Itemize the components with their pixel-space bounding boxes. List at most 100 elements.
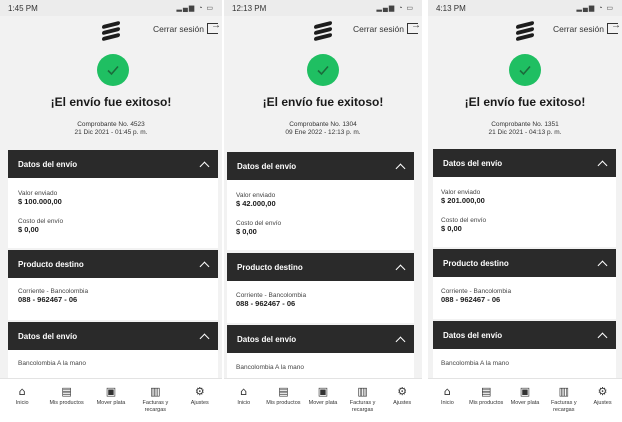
status-time: 12:13 PM <box>232 3 267 13</box>
logout-label: Cerrar sesión <box>552 23 604 34</box>
receipt-number: Comprobante No. 1304 <box>289 121 357 128</box>
chevron-up-icon <box>395 336 406 346</box>
product-name: Corriente - Bancolombia <box>236 292 307 299</box>
bottom-nav: ⌂ Inicio ▤ Mis productos ▣ Mover plata ▥ Fac… <box>224 378 422 422</box>
valor-value: $ 201.000,00 <box>441 196 485 205</box>
section-producto-destino[interactable]: Producto destino <box>227 253 414 281</box>
nav-ajustes[interactable]: ⚙ Ajustes <box>181 385 219 407</box>
logout-label: Cerrar sesión <box>352 23 404 34</box>
bancolombia-logo-icon <box>102 20 120 42</box>
section-title: Producto destino <box>443 258 509 268</box>
section-datos-envio[interactable]: Datos del envío <box>227 152 414 180</box>
valor-label: Valor enviado <box>236 192 276 199</box>
nav-facturas[interactable]: ▥ Facturas y recargas <box>344 385 382 413</box>
costo-value: $ 0,00 <box>441 224 462 233</box>
success-check-icon <box>97 54 129 86</box>
logout-button[interactable]: Cerrar sesión <box>152 20 221 34</box>
home-icon: ⌂ <box>18 385 26 398</box>
phone-screen-3: 4:13 PM ▂▄▆ ◔ ▭ Cerrar sesión ¡El envío … <box>428 0 622 422</box>
costo-value: $ 0,00 <box>236 227 257 236</box>
bills-icon: ▥ <box>357 385 368 398</box>
section-datos-envio-2[interactable]: Datos del envío <box>227 325 414 353</box>
section-producto-destino[interactable]: Producto destino <box>433 249 616 277</box>
receipt-datetime: 21 Dic 2021 - 04:13 p. m. <box>488 129 562 136</box>
app-header: Cerrar sesión <box>428 16 622 46</box>
product-name: Corriente - Bancolombia <box>18 288 89 295</box>
logout-button[interactable]: Cerrar sesión <box>352 20 421 34</box>
success-check-icon <box>509 54 541 86</box>
money-icon: ▣ <box>317 385 329 398</box>
chevron-up-icon <box>199 261 210 271</box>
product-number: 088 - 962467 - 06 <box>236 299 296 308</box>
success-title: ¡El envío fue exitoso! <box>464 95 586 109</box>
logout-label: Cerrar sesión <box>152 23 204 34</box>
nav-facturas[interactable]: ▥ Facturas y recargas <box>136 385 174 413</box>
nav-ajustes[interactable]: ⚙ Ajustes <box>584 385 622 407</box>
logout-button[interactable]: Cerrar sesión <box>552 20 621 34</box>
nav-mover-plata[interactable]: ▣ Mover plata <box>506 385 544 407</box>
money-icon: ▣ <box>519 385 531 398</box>
bottom-nav: ⌂ Inicio ▤ Mis productos ▣ Mover plata ▥ Fac… <box>0 378 222 422</box>
status-bar: 12:13 PM ▂▄▆ ◔ ▭ <box>224 0 422 16</box>
app-header: Cerrar sesión <box>0 16 222 46</box>
product-number: 088 - 962467 - 06 <box>18 295 78 304</box>
nav-mis-productos[interactable]: ▤ Mis productos <box>48 385 86 407</box>
section-title: Datos del envío <box>443 158 503 168</box>
success-title: ¡El envío fue exitoso! <box>262 95 384 109</box>
bills-icon: ▥ <box>558 385 569 398</box>
phone-screen-1: 1:45 PM ▂▄▆ ◔ ▭ Cerrar sesión ¡El envío … <box>0 0 222 422</box>
chevron-up-icon <box>597 332 608 342</box>
app-header: Cerrar sesión <box>224 16 422 46</box>
settings-icon: ⚙ <box>397 385 408 398</box>
section-title: Producto destino <box>237 262 303 272</box>
money-icon: ▣ <box>105 385 117 398</box>
logout-icon <box>207 20 221 34</box>
costo-label: Costo del envío <box>18 218 64 225</box>
success-check-icon <box>307 54 339 86</box>
settings-icon: ⚙ <box>194 385 205 398</box>
phone-screen-2: 12:13 PM ▂▄▆ ◔ ▭ Cerrar sesión ¡El envío… <box>224 0 422 422</box>
valor-label: Valor enviado <box>441 189 481 196</box>
logout-icon <box>407 20 421 34</box>
product-name: Corriente - Bancolombia <box>441 288 512 295</box>
nav-ajustes[interactable]: ⚙ Ajustes <box>383 385 421 407</box>
nav-mis-productos[interactable]: ▤ Mis productos <box>264 385 302 407</box>
bottom-nav: ⌂ Inicio ▤ Mis productos ▣ Mover plata ▥ Fac… <box>428 378 622 422</box>
chevron-up-icon <box>199 161 210 171</box>
section-datos-envio[interactable]: Datos del envío <box>433 149 616 177</box>
status-time: 1:45 PM <box>8 3 38 13</box>
products-icon: ▤ <box>278 385 289 398</box>
nav-inicio[interactable]: ⌂ Inicio <box>3 385 41 407</box>
channel-name: Bancolombia A la mano <box>236 364 304 371</box>
section-datos-envio-2[interactable]: Datos del envío <box>8 322 218 350</box>
status-icons: ▂▄▆ ◔ ▭ <box>376 5 414 12</box>
section-title: Datos del envío <box>237 161 297 171</box>
nav-mover-plata[interactable]: ▣ Mover plata <box>304 385 342 407</box>
channel-name: Bancolombia A la mano <box>441 360 509 367</box>
nav-inicio[interactable]: ⌂ Inicio <box>225 385 263 407</box>
chevron-up-icon <box>597 260 608 270</box>
receipt-info: Comprobante No. 1304 09 Ene 2022 - 12:13… <box>224 121 422 137</box>
receipt-datetime: 21 Dic 2021 - 01:45 p. m. <box>74 129 148 136</box>
receipt-info: Comprobante No. 4523 21 Dic 2021 - 01:45… <box>0 121 222 137</box>
nav-facturas[interactable]: ▥ Facturas y recargas <box>545 385 583 413</box>
chevron-up-icon <box>395 163 406 173</box>
valor-label: Valor enviado <box>18 190 58 197</box>
nav-mis-productos[interactable]: ▤ Mis productos <box>467 385 505 407</box>
section-datos-envio[interactable]: Datos del envío <box>8 150 218 178</box>
costo-label: Costo del envío <box>236 220 282 227</box>
receipt-number: Comprobante No. 1351 <box>491 121 559 128</box>
chevron-up-icon <box>597 160 608 170</box>
chevron-up-icon <box>199 333 210 343</box>
bancolombia-logo-icon <box>314 20 332 42</box>
nav-inicio[interactable]: ⌂ Inicio <box>428 385 466 407</box>
home-icon: ⌂ <box>240 385 248 398</box>
receipt-number: Comprobante No. 4523 <box>77 121 145 128</box>
section-datos-envio-2[interactable]: Datos del envío <box>433 321 616 349</box>
nav-mover-plata[interactable]: ▣ Mover plata <box>92 385 130 407</box>
channel-name: Bancolombia A la mano <box>18 360 86 367</box>
section-producto-destino[interactable]: Producto destino <box>8 250 218 278</box>
section-title: Datos del envío <box>18 159 78 169</box>
transfer-details <box>227 180 414 250</box>
logout-icon <box>607 20 621 34</box>
